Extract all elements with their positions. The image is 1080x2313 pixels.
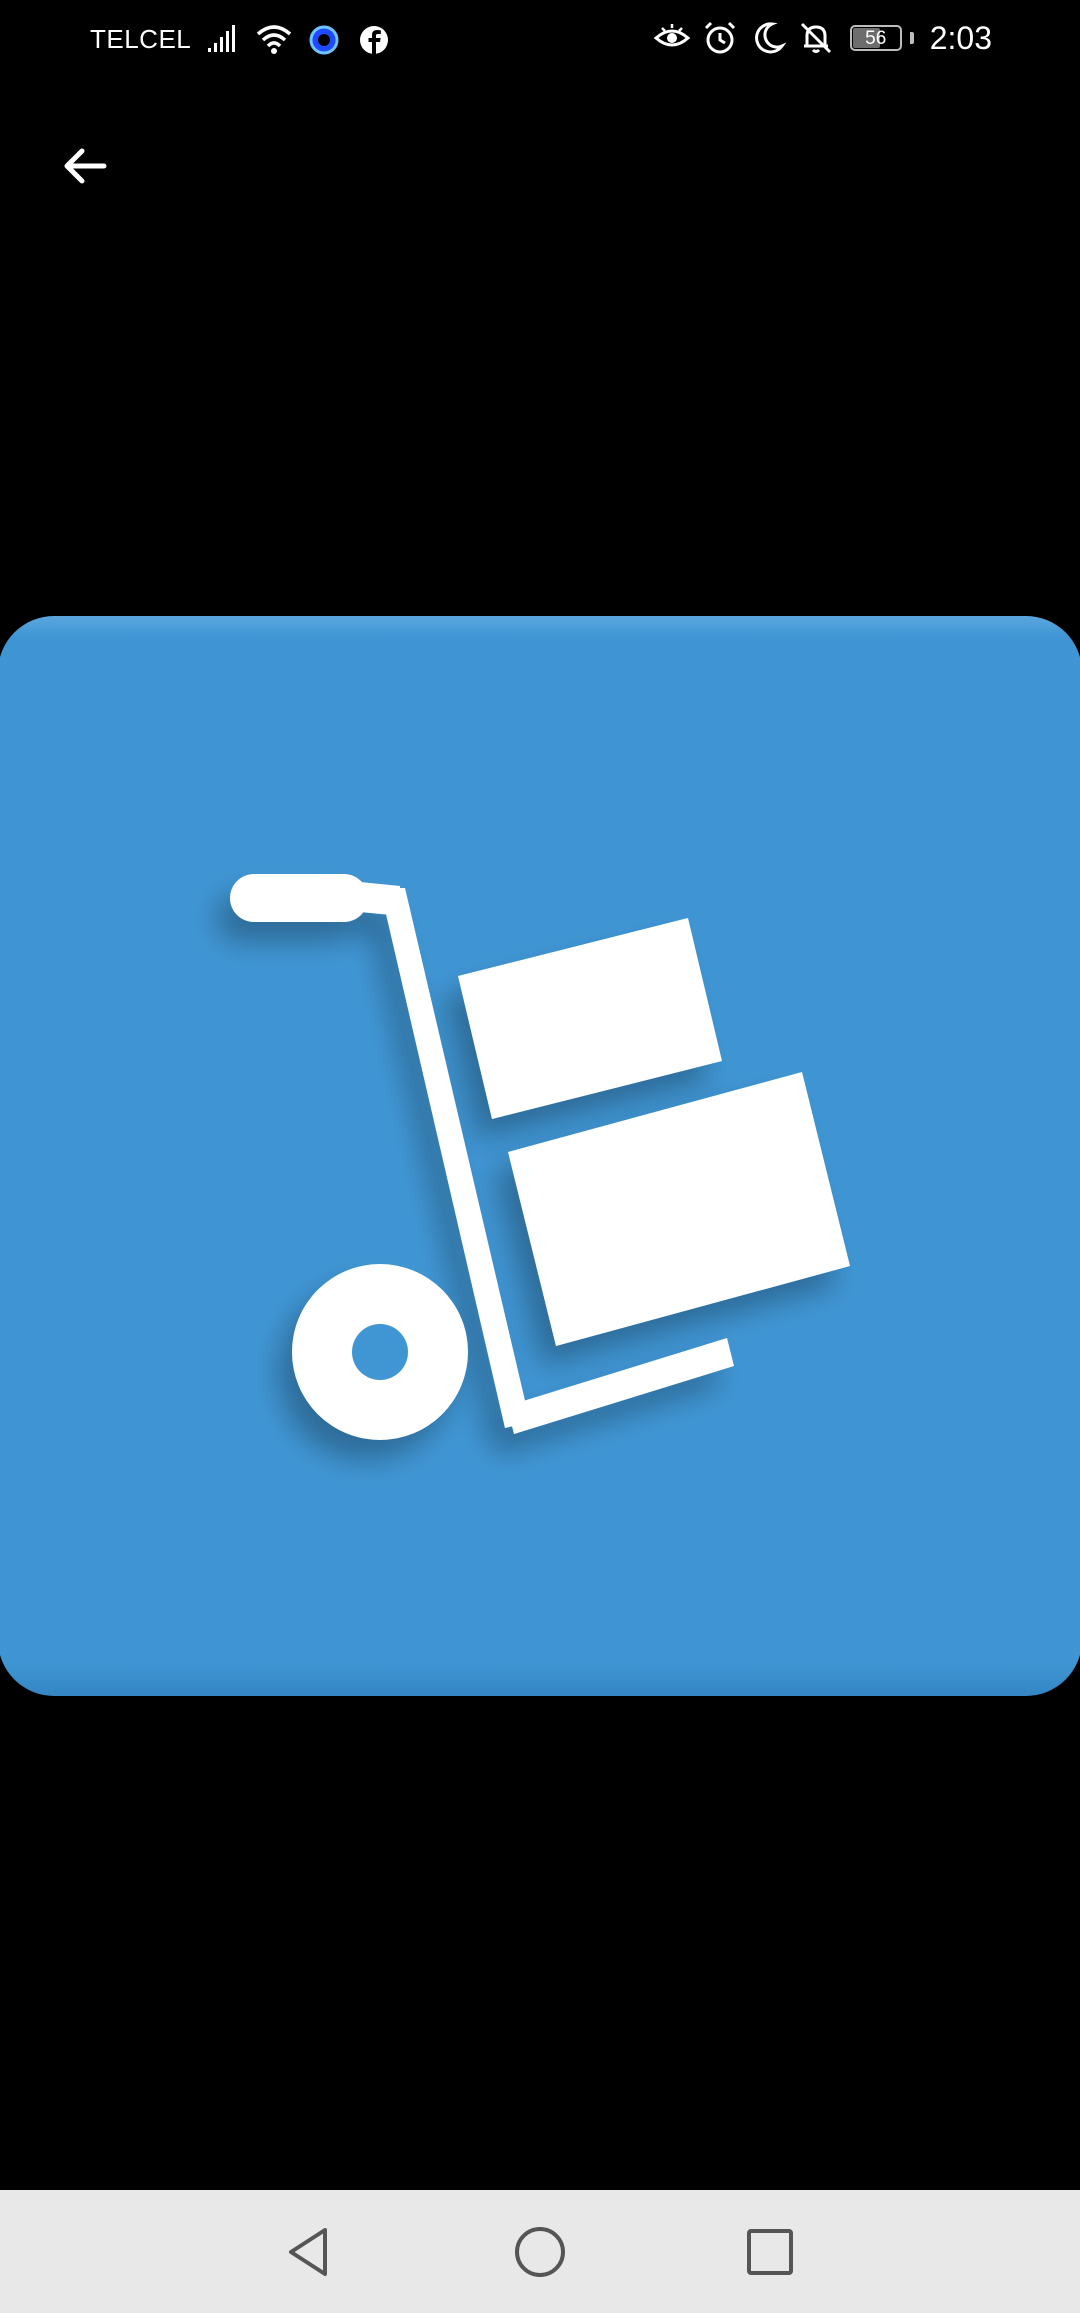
carrier-label: TELCEL xyxy=(90,24,192,54)
arrow-left-icon xyxy=(64,148,107,184)
battery-indicator: 56 xyxy=(849,25,902,51)
nav-home-button[interactable] xyxy=(508,2220,572,2284)
navigation-bar xyxy=(0,2190,1080,2313)
nav-back-button[interactable] xyxy=(277,2220,341,2284)
moon-icon xyxy=(748,18,788,58)
circle-app-icon xyxy=(304,20,344,60)
wifi-icon xyxy=(254,20,294,60)
battery-level: 56 xyxy=(865,27,887,49)
recents-square-icon xyxy=(747,2229,793,2275)
image-viewer-screen: TELCEL 56 2:03 xyxy=(0,0,1080,2313)
signal-icon xyxy=(204,20,244,60)
nav-recents-button[interactable] xyxy=(738,2220,802,2284)
status-bar: TELCEL 56 2:03 xyxy=(0,0,1080,84)
eye-icon xyxy=(652,18,692,58)
app-icon-image xyxy=(0,616,1080,1696)
battery-cap xyxy=(909,32,914,44)
home-circle-icon xyxy=(515,2227,565,2277)
hand-truck-with-boxes-icon xyxy=(0,616,1080,1696)
status-right-icons: 56 2:03 xyxy=(652,18,992,58)
status-left-icons xyxy=(204,20,394,60)
back-triangle-icon xyxy=(289,2228,327,2276)
status-clock: 2:03 xyxy=(929,19,992,56)
facebook-icon xyxy=(354,20,394,60)
back-button[interactable] xyxy=(44,126,124,206)
bell-off-icon xyxy=(796,18,836,58)
alarm-icon xyxy=(700,18,740,58)
